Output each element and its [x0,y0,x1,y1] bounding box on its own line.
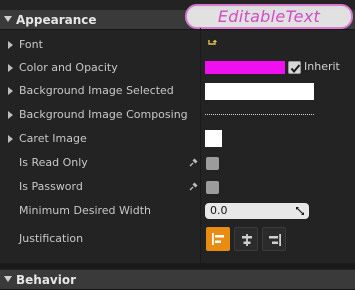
reset-to-default-icon[interactable] [208,39,217,48]
bind-pin-icon[interactable] [189,158,198,167]
align-center-button[interactable] [234,227,258,251]
property-row-color-and-opacity: Color and Opacity Inherit [0,56,355,80]
drag-handle-icon[interactable] [295,206,305,216]
behavior-section-header[interactable]: Behavior [0,270,355,290]
expand-arrow-icon[interactable] [8,87,13,95]
caret-image-label: Caret Image [19,132,87,145]
collapse-arrow-icon[interactable] [4,276,12,282]
section-separator [0,263,355,269]
widget-type-label: EditableText [185,4,353,29]
color-swatch[interactable] [205,61,285,74]
expand-arrow-icon[interactable] [8,64,13,72]
property-row-font: Font [0,33,355,57]
bind-pin-icon[interactable] [189,182,198,191]
expand-arrow-icon[interactable] [8,41,13,49]
property-row-bg-selected: Background Image Selected [0,79,355,103]
details-panel: Appearance EditableText Font Color and O… [0,0,355,290]
align-left-icon [212,233,224,245]
min-width-value: 0.0 [210,204,228,217]
bg-composing-swatch[interactable] [205,114,314,115]
collapse-arrow-icon[interactable] [4,16,12,22]
justification-label: Justification [19,232,84,245]
align-right-button[interactable] [262,227,286,251]
bg-selected-label: Background Image Selected [19,84,174,97]
is-read-only-checkbox[interactable] [206,157,219,170]
min-width-label: Minimum Desired Width [19,204,151,217]
bg-selected-swatch[interactable] [205,83,314,100]
align-center-icon [242,234,252,246]
expand-arrow-icon[interactable] [8,135,13,143]
align-right-icon [269,234,281,246]
property-row-caret-image: Caret Image [0,127,355,151]
color-and-opacity-label: Color and Opacity [19,61,118,74]
inherit-label: Inherit [304,60,340,73]
inherit-checkbox[interactable] [288,61,301,74]
property-row-is-password: Is Password [0,175,355,199]
is-password-checkbox[interactable] [206,181,219,194]
expand-arrow-icon[interactable] [8,111,13,119]
property-row-justification: Justification [0,224,355,254]
is-read-only-label: Is Read Only [19,156,88,169]
is-password-label: Is Password [19,180,83,193]
property-row-is-read-only: Is Read Only [0,151,355,175]
appearance-section-title: Appearance [16,13,97,27]
caret-image-swatch[interactable] [205,130,222,147]
font-label: Font [19,38,43,51]
bg-composing-label: Background Image Composing [19,108,188,121]
align-left-button[interactable] [206,227,230,251]
property-row-bg-composing: Background Image Composing [0,103,355,127]
min-width-input[interactable]: 0.0 [205,203,309,219]
property-row-min-width: Minimum Desired Width 0.0 [0,199,355,223]
behavior-section-title: Behavior [16,273,77,287]
checkmark-icon [290,64,301,74]
